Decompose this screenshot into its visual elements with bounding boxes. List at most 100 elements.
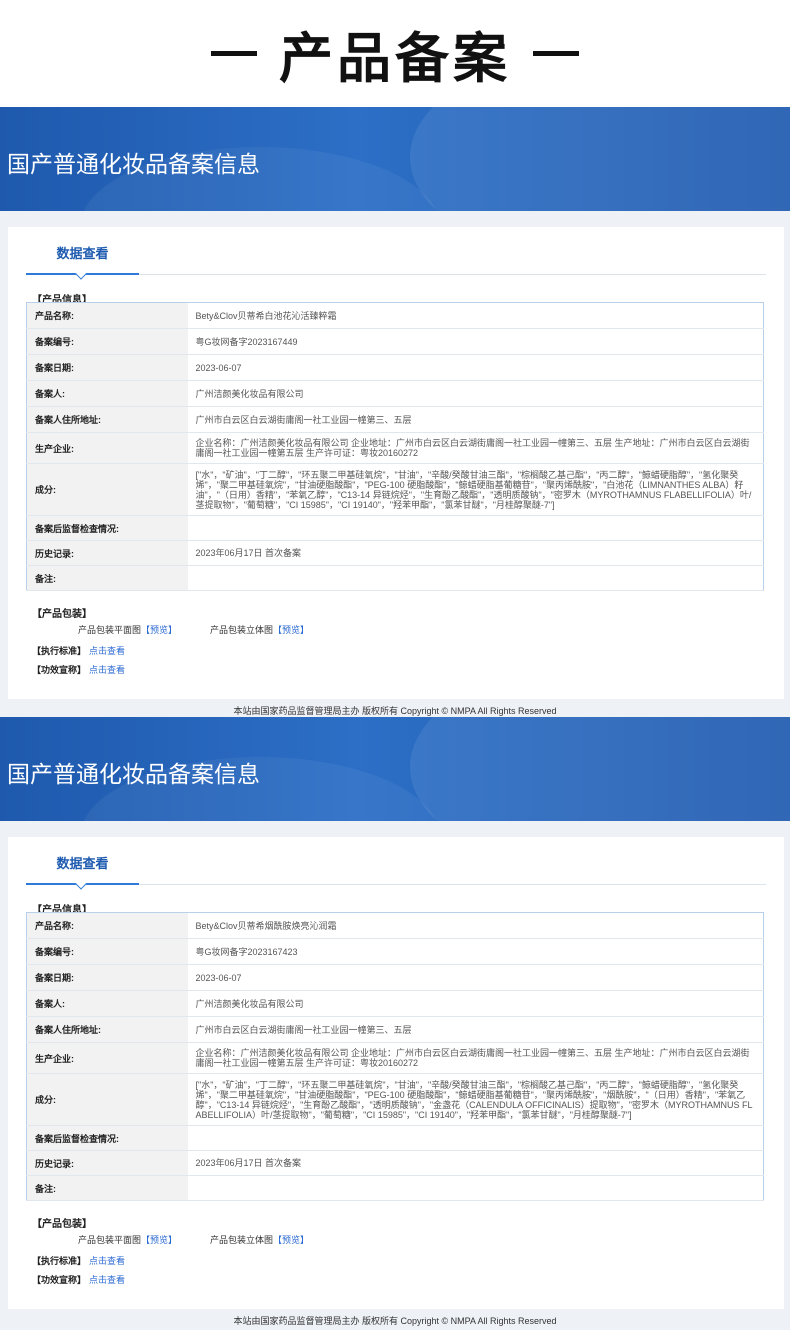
table-row: 备注: bbox=[26, 1175, 764, 1201]
table-row: 产品名称: Bety&Clov贝蒂希烟酰胺焕亮沁润霜 bbox=[26, 912, 764, 939]
row-value: 广州市白云区白云湖街庸阁一社工业园一幢第三、五层 bbox=[187, 1016, 764, 1043]
table-row: 备案编号: 粤G妆网备字2023167423 bbox=[26, 938, 764, 965]
tab-bar: 数据查看 bbox=[26, 853, 766, 890]
title-dash-right bbox=[533, 51, 579, 56]
standard-label: 【执行标准】 bbox=[32, 1256, 87, 1266]
efficacy-view-link[interactable]: 点击查看 bbox=[89, 663, 125, 676]
row-key: 备案日期: bbox=[26, 354, 188, 381]
row-key: 备注: bbox=[26, 1175, 188, 1201]
row-key: 备案人: bbox=[26, 990, 188, 1017]
table-row: 成分: ["水"，"矿油"，"丁二醇"，"环五聚二甲基硅氧烷"，"甘油"，"辛酸/… bbox=[26, 463, 764, 516]
pack-flat-item: 产品包装平面图【预览】 bbox=[78, 1233, 177, 1246]
row-value: 广州洁颜美化妆品有限公司 bbox=[187, 990, 764, 1017]
pack-flat-label: 产品包装平面图 bbox=[78, 1235, 142, 1245]
standard-view-link[interactable]: 点击查看 bbox=[89, 1254, 125, 1267]
row-value: 企业名称：广州洁颜美化妆品有限公司 企业地址：广州市白云区白云湖街庸阁一社工业园… bbox=[187, 1042, 764, 1074]
efficacy-label: 【功效宣称】 bbox=[32, 1275, 87, 1285]
standard-view-link[interactable]: 点击查看 bbox=[89, 644, 125, 657]
standard-row: 【执行标准】 点击查看 bbox=[32, 644, 125, 657]
table-row: 生产企业: 企业名称：广州洁颜美化妆品有限公司 企业地址：广州市白云区白云湖街庸阁… bbox=[26, 432, 764, 464]
pack-3d-item: 产品包装立体图【预览】 bbox=[210, 623, 309, 636]
row-value: 2023-06-07 bbox=[187, 964, 764, 991]
row-key: 备案日期: bbox=[26, 964, 188, 991]
row-key: 备案编号: bbox=[26, 938, 188, 965]
pack-3d-label: 产品包装立体图 bbox=[210, 1235, 274, 1245]
pack-3d-preview-link[interactable]: 【预览】 bbox=[273, 1235, 309, 1245]
page-title-text: 产品备案 bbox=[279, 27, 511, 90]
row-key: 生产企业: bbox=[26, 1042, 188, 1074]
row-value: Bety&Clov贝蒂希烟酰胺焕亮沁润霜 bbox=[187, 912, 764, 939]
row-value: ["水"，"矿油"，"丁二醇"，"环五聚二甲基硅氧烷"，"甘油"，"辛酸/癸酸甘… bbox=[187, 463, 764, 516]
table-row: 备案编号: 粤G妆网备字2023167449 bbox=[26, 328, 764, 355]
packaging-label: 【产品包装】 bbox=[32, 609, 92, 620]
table-row: 备案人: 广州洁颜美化妆品有限公司 bbox=[26, 990, 764, 1017]
row-key: 备案人住所地址: bbox=[26, 406, 188, 433]
row-value: 粤G妆网备字2023167423 bbox=[187, 938, 764, 965]
efficacy-label: 【功效宣称】 bbox=[32, 665, 87, 675]
table-row: 历史记录: 2023年06月17日 首次备案 bbox=[26, 1150, 764, 1176]
row-value bbox=[187, 1175, 764, 1201]
packaging-row: 产品包装平面图【预览】 产品包装立体图【预览】 bbox=[78, 623, 342, 636]
row-value: 2023年06月17日 首次备案 bbox=[187, 540, 764, 566]
product-info-table: 产品名称: Bety&Clov贝蒂希白池花沁活臻粹霜 备案编号: 粤G妆网备字202… bbox=[26, 302, 764, 591]
table-row: 备案日期: 2023-06-07 bbox=[26, 354, 764, 381]
row-value bbox=[187, 1125, 764, 1151]
row-key: 历史记录: bbox=[26, 1150, 188, 1176]
banner: 国产普通化妆品备案信息 bbox=[0, 107, 790, 211]
detail-panel: 数据查看 【产品信息】 产品名称: Bety&Clov贝蒂希烟酰胺焕亮沁润霜 备案… bbox=[8, 837, 784, 1309]
tab-bar: 数据查看 bbox=[26, 243, 766, 280]
standard-row: 【执行标准】 点击查看 bbox=[32, 1254, 125, 1267]
pack-3d-item: 产品包装立体图【预览】 bbox=[210, 1233, 309, 1246]
footer-copyright: 本站由国家药品监督管理局主办 版权所有 Copyright © NMPA All… bbox=[233, 1316, 557, 1326]
row-key: 生产企业: bbox=[26, 432, 188, 464]
detail-panel: 数据查看 【产品信息】 产品名称: Bety&Clov贝蒂希白池花沁活臻粹霜 备案… bbox=[8, 227, 784, 699]
row-key: 备案后监督检查情况: bbox=[26, 1125, 188, 1151]
title-dash-left bbox=[211, 51, 257, 56]
table-row: 备注: bbox=[26, 565, 764, 591]
row-value: 广州洁颜美化妆品有限公司 bbox=[187, 380, 764, 407]
table-row: 备案后监督检查情况: bbox=[26, 1125, 764, 1151]
table-row: 备案人住所地址: 广州市白云区白云湖街庸阁一社工业园一幢第三、五层 bbox=[26, 406, 764, 433]
pack-flat-label: 产品包装平面图 bbox=[78, 625, 142, 635]
row-key: 备案后监督检查情况: bbox=[26, 515, 188, 541]
row-value: Bety&Clov贝蒂希白池花沁活臻粹霜 bbox=[187, 302, 764, 329]
pack-flat-item: 产品包装平面图【预览】 bbox=[78, 623, 177, 636]
row-key: 备注: bbox=[26, 565, 188, 591]
footer-copyright: 本站由国家药品监督管理局主办 版权所有 Copyright © NMPA All… bbox=[233, 706, 557, 716]
row-key: 备案编号: bbox=[26, 328, 188, 355]
row-value: 广州市白云区白云湖街庸阁一社工业园一幢第三、五层 bbox=[187, 406, 764, 433]
row-value: ["水"，"矿油"，"丁二醇"，"环五聚二甲基硅氧烷"，"甘油"，"辛酸/癸酸甘… bbox=[187, 1073, 764, 1126]
pack-3d-label: 产品包装立体图 bbox=[210, 625, 274, 635]
table-row: 产品名称: Bety&Clov贝蒂希白池花沁活臻粹霜 bbox=[26, 302, 764, 329]
pack-3d-preview-link[interactable]: 【预览】 bbox=[273, 625, 309, 635]
product-info-table: 产品名称: Bety&Clov贝蒂希烟酰胺焕亮沁润霜 备案编号: 粤G妆网备字202… bbox=[26, 912, 764, 1201]
table-row: 备案人住所地址: 广州市白云区白云湖街庸阁一社工业园一幢第三、五层 bbox=[26, 1016, 764, 1043]
efficacy-row: 【功效宣称】 点击查看 bbox=[32, 1273, 125, 1286]
row-value: 企业名称：广州洁颜美化妆品有限公司 企业地址：广州市白云区白云湖街庸阁一社工业园… bbox=[187, 432, 764, 464]
pack-flat-preview-link[interactable]: 【预览】 bbox=[141, 1235, 177, 1245]
packaging-label: 【产品包装】 bbox=[32, 1219, 92, 1230]
row-value: 粤G妆网备字2023167449 bbox=[187, 328, 764, 355]
table-row: 备案日期: 2023-06-07 bbox=[26, 964, 764, 991]
row-key: 成分: bbox=[26, 1073, 188, 1126]
table-row: 生产企业: 企业名称：广州洁颜美化妆品有限公司 企业地址：广州市白云区白云湖街庸阁… bbox=[26, 1042, 764, 1074]
efficacy-row: 【功效宣称】 点击查看 bbox=[32, 663, 125, 676]
row-key: 备案人: bbox=[26, 380, 188, 407]
packaging-row: 产品包装平面图【预览】 产品包装立体图【预览】 bbox=[78, 1233, 342, 1246]
record-section-1: 国产普通化妆品备案信息 数据查看 【产品信息】 产品名称: Bety&Clov贝蒂… bbox=[0, 107, 790, 717]
row-value: 2023年06月17日 首次备案 bbox=[187, 1150, 764, 1176]
row-key: 历史记录: bbox=[26, 540, 188, 566]
page-title: 产品备案 bbox=[0, 0, 790, 107]
banner-title: 国产普通化妆品备案信息 bbox=[7, 152, 260, 178]
row-key: 产品名称: bbox=[26, 912, 188, 939]
record-section-2: 国产普通化妆品备案信息 数据查看 【产品信息】 产品名称: Bety&Clov贝蒂… bbox=[0, 717, 790, 1330]
table-row: 历史记录: 2023年06月17日 首次备案 bbox=[26, 540, 764, 566]
table-row: 成分: ["水"，"矿油"，"丁二醇"，"环五聚二甲基硅氧烷"，"甘油"，"辛酸/… bbox=[26, 1073, 764, 1126]
efficacy-view-link[interactable]: 点击查看 bbox=[89, 1273, 125, 1286]
pack-flat-preview-link[interactable]: 【预览】 bbox=[141, 625, 177, 635]
row-key: 产品名称: bbox=[26, 302, 188, 329]
table-row: 备案后监督检查情况: bbox=[26, 515, 764, 541]
standard-label: 【执行标准】 bbox=[32, 646, 87, 656]
banner: 国产普通化妆品备案信息 bbox=[0, 717, 790, 821]
banner-title: 国产普通化妆品备案信息 bbox=[7, 762, 260, 788]
